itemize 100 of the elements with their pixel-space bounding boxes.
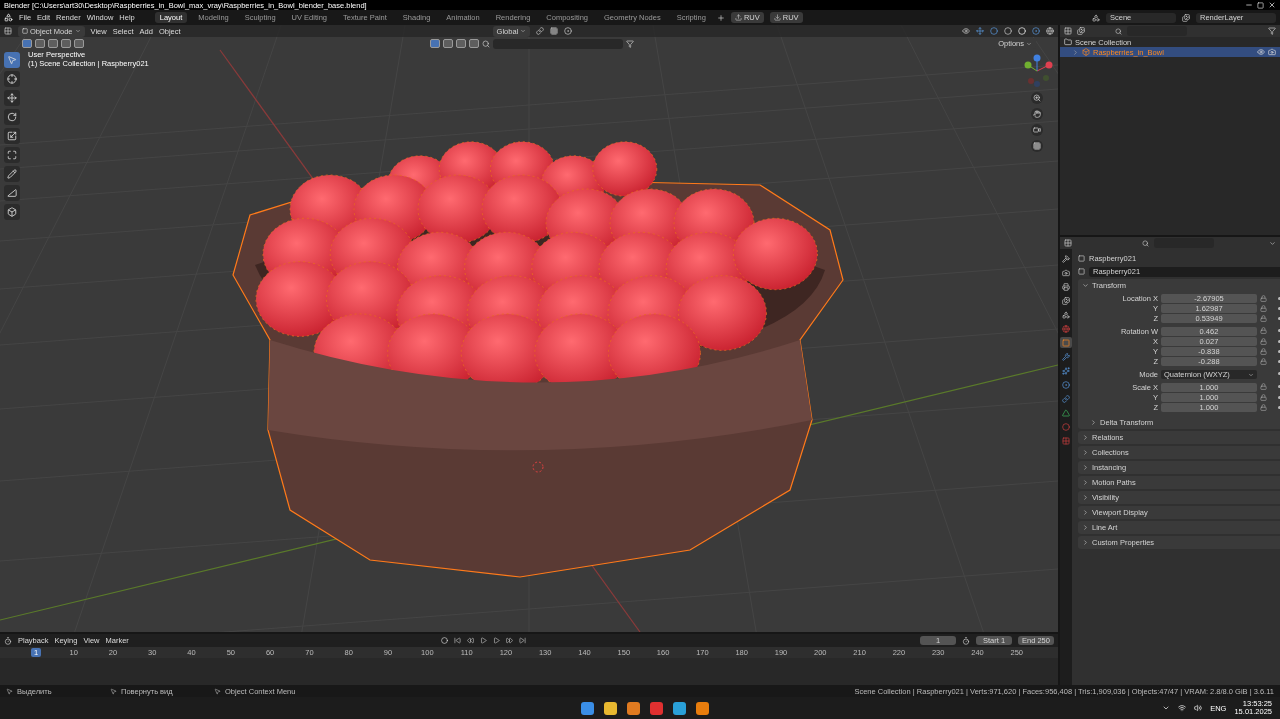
tray-expand-icon[interactable]	[1162, 704, 1171, 712]
search-icon[interactable]	[1115, 27, 1122, 35]
properties-tab[interactable]	[1060, 267, 1072, 278]
keyframe-dot-icon[interactable]	[1277, 406, 1280, 409]
lock-icon[interactable]	[1260, 315, 1267, 322]
tool-button[interactable]	[4, 90, 20, 106]
start-menu-icon[interactable]	[581, 701, 595, 715]
lock-icon[interactable]	[1260, 394, 1267, 401]
keyframe-dot-icon[interactable]	[1277, 360, 1280, 363]
keyframe-dot-icon[interactable]	[1277, 384, 1280, 388]
collapsed-caret-icon	[1082, 434, 1089, 441]
lock-icon[interactable]	[1260, 348, 1267, 355]
eye-icon[interactable]	[1257, 48, 1265, 56]
maximize-icon[interactable]	[1257, 1, 1264, 9]
sphere-icon	[1062, 422, 1070, 431]
tool-button[interactable]	[4, 185, 20, 201]
triangle-icon	[1062, 408, 1070, 417]
folder-icon[interactable]	[604, 701, 618, 715]
properties-tab[interactable]	[1060, 393, 1072, 404]
tool-button[interactable]	[4, 109, 20, 125]
jump-end-icon[interactable]	[518, 637, 526, 644]
play-icon[interactable]	[492, 637, 500, 644]
lock-icon[interactable]	[1260, 338, 1267, 345]
browser-icon[interactable]	[650, 701, 664, 715]
editor-type-icon[interactable]	[4, 27, 12, 35]
properties-tab[interactable]	[1060, 337, 1072, 348]
lock-icon[interactable]	[1260, 326, 1267, 334]
display-mode-icon[interactable]	[1077, 27, 1085, 35]
close-icon[interactable]	[1268, 1, 1276, 9]
editor-type-icon[interactable]	[4, 636, 12, 645]
pivot-icon[interactable]	[536, 27, 545, 35]
add-icon[interactable]	[716, 13, 725, 22]
pan-button[interactable]	[1031, 108, 1043, 120]
scale-icon	[7, 131, 17, 141]
editor-type-icon[interactable]	[1064, 239, 1072, 247]
search-field[interactable]	[1154, 238, 1214, 248]
gizmo-toggle-icon[interactable]	[976, 27, 984, 35]
wireframe-shading-icon[interactable]	[1004, 27, 1012, 35]
object-icon	[1082, 48, 1090, 56]
properties-tab[interactable]	[1060, 323, 1072, 334]
solid-shading-icon[interactable]	[1018, 27, 1026, 35]
app-logo-icon[interactable]	[4, 13, 13, 22]
tool-button[interactable]	[4, 204, 20, 220]
play-reverse-icon[interactable]	[479, 637, 487, 644]
lock-icon[interactable]	[1260, 305, 1267, 312]
properties-tab[interactable]	[1060, 295, 1072, 306]
lock-icon[interactable]	[1260, 358, 1267, 365]
minimize-icon[interactable]	[1245, 1, 1253, 9]
properties-tab[interactable]	[1060, 253, 1072, 264]
properties-tab[interactable]	[1060, 379, 1072, 390]
camera-icon[interactable]	[1268, 48, 1276, 56]
tool-button[interactable]	[4, 71, 20, 87]
jump-start-icon[interactable]	[453, 637, 461, 644]
editor-type-icon[interactable]	[1064, 27, 1072, 35]
lock-icon[interactable]	[1260, 382, 1267, 390]
caret-icon[interactable]	[1269, 239, 1276, 247]
blender-app-icon[interactable]	[696, 701, 710, 715]
tool-button[interactable]	[4, 52, 20, 68]
volume-icon[interactable]	[1194, 704, 1203, 712]
properties-tab[interactable]	[1060, 365, 1072, 376]
lock-icon[interactable]	[1260, 404, 1267, 411]
properties-tab[interactable]	[1060, 309, 1072, 320]
keyframe-dot-icon[interactable]	[1277, 350, 1280, 353]
filter-icon[interactable]	[1268, 27, 1276, 35]
material-shading-icon[interactable]	[1032, 27, 1040, 35]
next-keyframe-icon[interactable]	[505, 637, 513, 644]
collapsed-caret-icon	[1082, 539, 1089, 546]
previous-keyframe-icon[interactable]	[466, 637, 474, 644]
lock-icon[interactable]	[1260, 295, 1267, 302]
record-icon[interactable]	[440, 637, 448, 644]
render-layer-icon[interactable]	[1182, 13, 1190, 22]
keyframe-dot-icon[interactable]	[1277, 371, 1280, 375]
search-icon[interactable]	[1142, 239, 1149, 247]
proportional-icon[interactable]	[564, 27, 573, 35]
network-icon[interactable]	[1178, 704, 1187, 712]
camera-view-button[interactable]	[1031, 124, 1043, 136]
keyframe-dot-icon[interactable]	[1277, 307, 1280, 310]
properties-tab[interactable]	[1060, 281, 1072, 292]
overlay-icon[interactable]	[990, 27, 998, 35]
tool-button[interactable]	[4, 166, 20, 182]
search-field[interactable]	[1127, 26, 1187, 36]
keyframe-dot-icon[interactable]	[1277, 297, 1280, 300]
visibility-icon[interactable]	[962, 27, 970, 35]
zoom-button[interactable]	[1031, 92, 1043, 104]
properties-tab[interactable]	[1060, 351, 1072, 362]
search-icon[interactable]	[482, 39, 490, 48]
properties-tab[interactable]	[1060, 407, 1072, 418]
keyframe-dot-icon[interactable]	[1277, 317, 1280, 320]
stopwatch-icon[interactable]	[962, 636, 970, 645]
rendered-shading-icon[interactable]	[1046, 27, 1054, 35]
app-icon[interactable]	[627, 701, 641, 715]
messenger-icon[interactable]	[673, 701, 687, 715]
filter-funnel-icon[interactable]	[626, 39, 634, 48]
tool-button[interactable]	[4, 147, 20, 163]
scene-icon[interactable]	[1092, 13, 1100, 22]
tool-button[interactable]	[4, 128, 20, 144]
keyframe-dot-icon[interactable]	[1277, 328, 1280, 332]
collapsed-caret-icon	[1082, 524, 1089, 531]
keyframe-dot-icon[interactable]	[1277, 340, 1280, 343]
keyframe-dot-icon[interactable]	[1277, 396, 1280, 399]
